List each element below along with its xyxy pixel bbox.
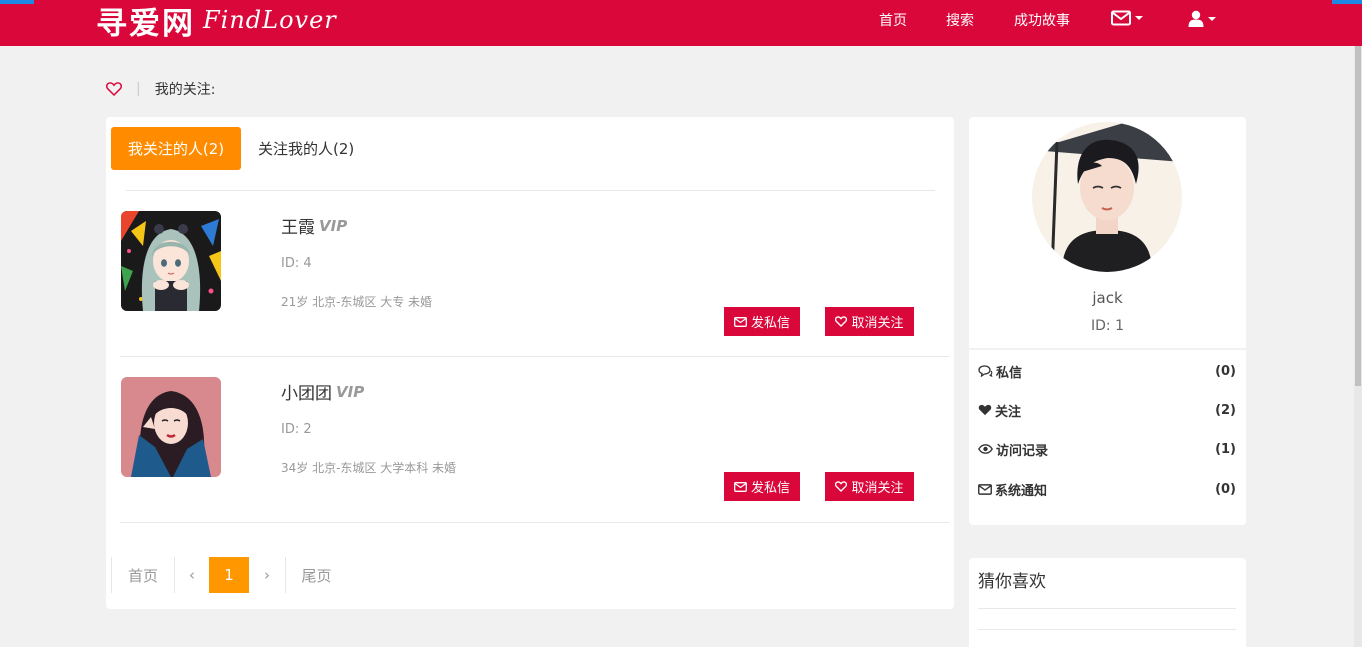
unfollow-button[interactable]: 取消关注 — [825, 307, 914, 336]
eye-icon — [978, 444, 993, 454]
send-message-button[interactable]: 发私信 — [724, 307, 800, 336]
following-panel: 我关注的人(2) 关注我的人(2) 王霞 VIP ID: 4 21岁 北京-东城… — [106, 117, 954, 609]
stat-label: 私信 — [996, 365, 1023, 381]
envelope-icon — [734, 481, 747, 492]
stat-following[interactable]: 关注 (2) — [978, 400, 1236, 420]
send-message-button[interactable]: 发私信 — [724, 472, 800, 501]
profile-username: jack — [1092, 289, 1123, 307]
tab-my-following[interactable]: 我关注的人(2) — [111, 127, 241, 170]
recommendations-panel: 猜你喜欢 — [969, 558, 1246, 647]
scrollbar-thumb[interactable] — [1355, 46, 1361, 386]
site-logo[interactable]: 寻爱网 FindLover — [96, 0, 337, 42]
page-next[interactable]: › — [249, 557, 285, 593]
list-item: 小团团 VIP ID: 2 34岁 北京-东城区 大学本科 未婚 发私信 取消关注 — [120, 377, 949, 523]
vip-badge: VIP — [319, 216, 348, 235]
user-name-text: 王霞 — [281, 218, 315, 238]
nav-home-label: 首页 — [879, 13, 907, 29]
chevron-down-icon — [1135, 16, 1143, 20]
envelope-icon — [978, 483, 992, 495]
page-first[interactable]: 首页 — [111, 557, 174, 593]
comments-icon — [978, 365, 993, 377]
nav-search-label: 搜索 — [946, 13, 974, 29]
user-name[interactable]: 小团团 VIP — [281, 379, 365, 405]
avatar[interactable] — [121, 377, 221, 477]
profile-id: ID: 1 — [1091, 318, 1124, 334]
top-navbar: 寻爱网 FindLover 首页 搜索 成功故事 — [0, 0, 1362, 46]
profile-card: jack ID: 1 — [969, 117, 1246, 348]
user-id: ID: 4 — [281, 256, 312, 271]
user-info: 34岁 北京-东城区 大学本科 未婚 — [281, 461, 457, 475]
tab-my-followers[interactable]: 关注我的人(2) — [258, 127, 354, 170]
user-name-text: 小团团 — [281, 384, 332, 404]
send-message-label: 发私信 — [750, 481, 790, 496]
user-info: 21岁 北京-东城区 大专 未婚 — [281, 295, 433, 309]
page-scrollbar[interactable] — [1354, 46, 1362, 647]
tab-divider — [126, 190, 935, 191]
heart-outline-icon — [106, 82, 122, 96]
page-current[interactable]: 1 — [209, 557, 249, 593]
window-edge-marker — [1332, 0, 1362, 4]
unfollow-button[interactable]: 取消关注 — [825, 472, 914, 501]
stat-messages[interactable]: 私信 (0) — [978, 361, 1236, 381]
avatar[interactable] — [121, 211, 221, 311]
profile-stats: 私信 (0) 关注 (2) 访问记录 (1) 系统通知 (0) — [969, 350, 1246, 525]
profile-avatar[interactable] — [1032, 122, 1182, 272]
user-dropdown[interactable] — [1188, 10, 1216, 28]
nav-success-stories[interactable]: 成功故事 — [1014, 0, 1070, 40]
recommendations-title: 猜你喜欢 — [978, 572, 1046, 592]
page-last[interactable]: 尾页 — [285, 557, 347, 593]
logo-chinese: 寻爱网 — [96, 5, 195, 42]
nav-success-stories-label: 成功故事 — [1014, 13, 1070, 29]
row-divider — [120, 356, 949, 357]
nav-search[interactable]: 搜索 — [946, 0, 974, 40]
stat-count: (0) — [1215, 363, 1236, 379]
stat-label: 访问记录 — [996, 443, 1049, 459]
breadcrumb: | 我的关注: — [106, 79, 215, 99]
nav-home[interactable]: 首页 — [879, 0, 907, 40]
envelope-icon — [734, 316, 747, 327]
pagination: 首页 ‹ 1 › 尾页 — [111, 557, 347, 593]
stat-visits[interactable]: 访问记录 (1) — [978, 439, 1236, 459]
chevron-down-icon — [1208, 17, 1216, 21]
stat-label: 关注 — [995, 404, 1022, 420]
breadcrumb-label: 我的关注: — [154, 82, 216, 98]
user-name[interactable]: 王霞 VIP — [281, 213, 348, 239]
vip-badge: VIP — [336, 382, 365, 401]
stat-count: (2) — [1215, 402, 1236, 418]
page-prev[interactable]: ‹ — [174, 557, 209, 593]
stat-label: 系统通知 — [995, 483, 1048, 499]
send-message-label: 发私信 — [750, 316, 790, 331]
messages-dropdown[interactable] — [1111, 10, 1143, 26]
user-id: ID: 2 — [281, 422, 312, 437]
window-edge-marker — [0, 0, 34, 4]
divider — [978, 629, 1236, 630]
stat-count: (1) — [1215, 441, 1236, 457]
breadcrumb-separator: | — [136, 81, 141, 97]
logo-english: FindLover — [203, 6, 337, 34]
heart-outline-icon — [835, 316, 848, 327]
stat-notifications[interactable]: 系统通知 (0) — [978, 479, 1236, 499]
divider — [978, 608, 1236, 609]
row-divider — [120, 522, 949, 523]
list-item: 王霞 VIP ID: 4 21岁 北京-东城区 大专 未婚 发私信 取消关注 — [120, 211, 949, 357]
unfollow-label: 取消关注 — [851, 316, 904, 331]
unfollow-label: 取消关注 — [851, 481, 904, 496]
heart-outline-icon — [835, 481, 848, 492]
stat-count: (0) — [1215, 481, 1236, 497]
envelope-icon — [1111, 10, 1131, 26]
user-icon — [1188, 10, 1204, 27]
heart-icon — [978, 404, 992, 416]
